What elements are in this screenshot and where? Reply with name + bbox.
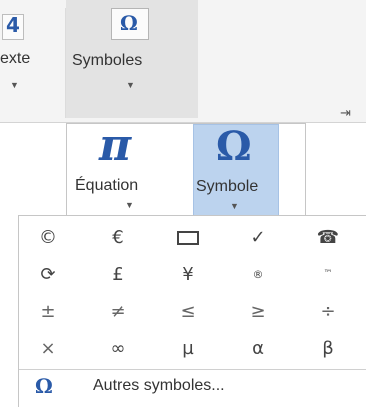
omega-icon-glyph: Ω [120,11,138,35]
symbol-cell-yen[interactable]: ¥ [159,256,217,293]
omega-icon: Ω [35,374,53,398]
symbol-cell-euro[interactable]: € [89,219,147,256]
equation-label: Équation [75,177,139,194]
chevron-down-icon: ▼ [126,80,135,90]
symbol-cell-not-equal[interactable]: ≠ [89,293,147,330]
symbol-cell-divide[interactable]: ÷ [299,293,357,330]
symbol-cell-box[interactable] [159,219,217,256]
symbol-cell-trademark[interactable]: ™ [299,256,357,293]
text-box-icon-glyph: 4 [6,13,20,37]
symbol-cell-registered[interactable]: ® [229,256,287,293]
chevron-down-icon: ▼ [10,80,19,90]
symbol-cell-plus-minus[interactable]: ± [19,293,77,330]
more-symbols-item[interactable]: Ω Autres symboles... [19,370,366,408]
pi-icon: π [99,120,132,171]
symboles-label: Symboles [72,52,143,69]
pin-ribbon-icon[interactable]: ⇥ [340,105,351,121]
omega-icon: Ω [216,123,252,170]
symboles-button[interactable]: Ω Symboles ▼ [66,0,198,118]
symbol-cell-infinity[interactable]: ∞ [89,330,147,367]
symbol-label: Symbole [196,178,259,195]
symbol-cell-checkmark[interactable]: ✓ [229,219,287,256]
symbol-cell-less-equal[interactable]: ≤ [159,293,217,330]
chevron-down-icon: ▼ [230,201,239,211]
symbol-button[interactable]: Ω Symbole ▼ [193,123,279,216]
more-symbols-label: Autres symboles... [93,377,225,394]
symbol-cell-pound[interactable]: £ [89,256,147,293]
symbol-cell-copyright[interactable]: © [19,219,77,256]
symbol-cell-circular-arrow[interactable]: ⟳ [19,256,77,293]
symboles-dropdown: π Équation ▼ Ω Symbole ▼ [66,120,306,216]
text-box-icon: 4 [2,13,24,40]
equation-button[interactable]: π Équation ▼ [67,120,193,216]
symbol-cell-greater-equal[interactable]: ≥ [229,293,287,330]
ribbon: 4 exte ▼ Ω Symboles ▼ ⇥ [0,0,366,122]
omega-icon: Ω [111,8,149,40]
symbol-cell-multiply[interactable]: × [19,330,77,367]
symbol-gallery: © € ✓ ☎ ⟳ £ ¥ ® ™ ± ≠ ≤ ≥ ÷ × ∞ µ α β Ω … [18,215,366,407]
symbol-cell-beta[interactable]: β [299,330,357,367]
symbol-cell-alpha[interactable]: α [229,330,287,367]
texte-label: exte [0,50,31,67]
symbol-cell-micro[interactable]: µ [159,330,217,367]
box-icon [177,231,199,245]
chevron-down-icon: ▼ [125,200,134,210]
symbol-cell-telephone[interactable]: ☎ [299,219,357,256]
texte-button[interactable]: 4 exte ▼ [0,0,64,110]
